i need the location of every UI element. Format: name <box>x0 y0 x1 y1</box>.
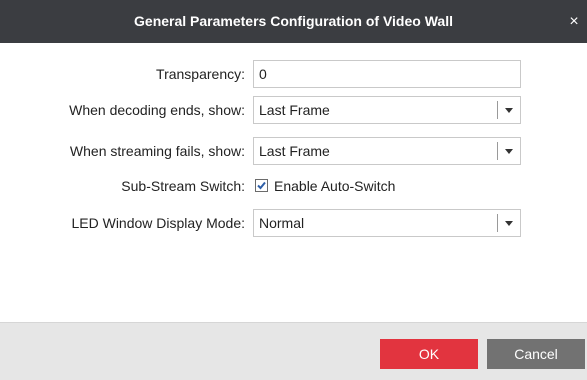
cancel-button[interactable]: Cancel <box>487 339 585 369</box>
streaming-fails-select[interactable]: Last Frame <box>253 137 521 165</box>
streaming-fails-row: When streaming fails, show: Last Frame <box>0 137 587 165</box>
led-mode-value: Normal <box>259 215 305 231</box>
dialog-footer: OK Cancel <box>0 322 587 380</box>
sub-stream-row: Sub-Stream Switch: Enable Auto-Switch <box>0 172 587 200</box>
streaming-fails-value: Last Frame <box>259 143 330 159</box>
led-mode-row: LED Window Display Mode: Normal <box>0 209 587 237</box>
chevron-down-icon[interactable] <box>498 97 520 123</box>
led-mode-label: LED Window Display Mode: <box>71 215 245 231</box>
transparency-row: Transparency: 0 <box>0 60 587 88</box>
transparency-label: Transparency: <box>156 66 245 82</box>
led-mode-select[interactable]: Normal <box>253 209 521 237</box>
dialog-title: General Parameters Configuration of Vide… <box>134 13 453 29</box>
decoding-ends-value: Last Frame <box>259 102 330 118</box>
transparency-input[interactable]: 0 <box>253 60 521 88</box>
streaming-fails-label: When streaming fails, show: <box>69 143 245 159</box>
enable-auto-switch-label[interactable]: Enable Auto-Switch <box>274 172 395 200</box>
decoding-ends-select[interactable]: Last Frame <box>253 96 521 124</box>
sub-stream-label: Sub-Stream Switch: <box>121 178 245 194</box>
enable-auto-switch-checkbox[interactable] <box>255 179 268 192</box>
dialog-content: Transparency: 0 When decoding ends, show… <box>0 43 587 322</box>
decoding-ends-row: When decoding ends, show: Last Frame <box>0 96 587 124</box>
checkmark-icon <box>257 181 266 190</box>
video-wall-config-dialog: General Parameters Configuration of Vide… <box>0 0 587 380</box>
dialog-titlebar: General Parameters Configuration of Vide… <box>0 0 587 43</box>
close-icon[interactable]: × <box>564 0 584 43</box>
ok-button[interactable]: OK <box>380 339 478 369</box>
chevron-down-icon[interactable] <box>498 138 520 164</box>
chevron-down-icon[interactable] <box>498 210 520 236</box>
decoding-ends-label: When decoding ends, show: <box>69 102 245 118</box>
